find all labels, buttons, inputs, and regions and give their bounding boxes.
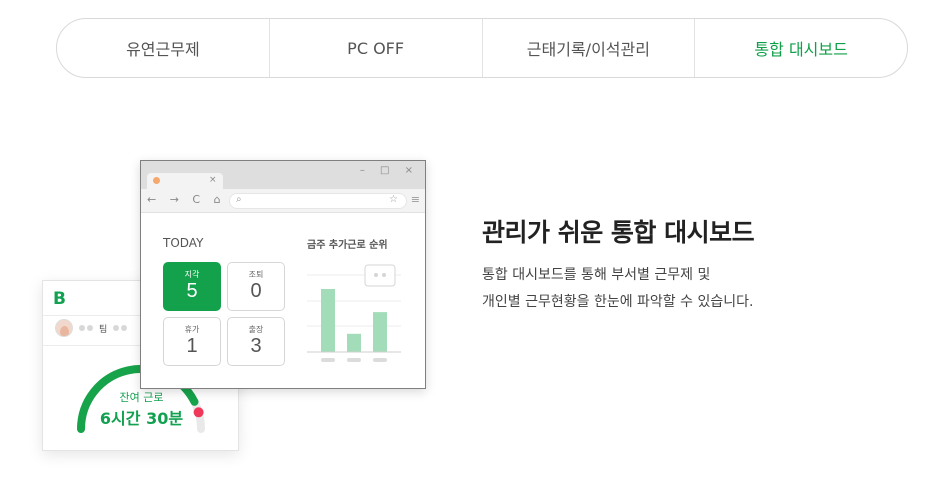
nav-buttons-icon[interactable]: ← → C ⌂ xyxy=(147,193,226,206)
star-icon[interactable]: ☆ xyxy=(389,194,398,205)
placeholder-dots xyxy=(113,325,128,331)
tab-flexible-work[interactable]: 유연근무제 xyxy=(57,19,270,77)
browser-titlebar: × – □ × xyxy=(141,161,425,189)
stat-tile-label: 출장 xyxy=(248,325,264,334)
stat-tile-value: 0 xyxy=(250,280,262,302)
ranking-bar-label-placeholder xyxy=(373,358,387,362)
user-row: 팀 xyxy=(55,319,128,337)
browser-window-mockup: × – □ × ← → C ⌂ ⌕ ☆ ≡ TODAY 금주 추가근로 순위 지… xyxy=(140,160,426,389)
tab-favicon-icon xyxy=(153,177,160,184)
stat-tile-value: 5 xyxy=(186,280,198,302)
stat-tile-business-trip[interactable]: 출장 3 xyxy=(227,317,285,366)
ranking-bar-label-placeholder xyxy=(321,358,335,362)
tooltip-dot xyxy=(382,273,386,277)
tab-attendance[interactable]: 근태기록/이석관리 xyxy=(483,19,696,77)
tooltip-bubble xyxy=(364,264,396,287)
ranking-bar xyxy=(347,333,361,352)
description-line-1: 통합 대시보드를 통해 부서별 근무제 및 xyxy=(482,267,711,283)
tab-close-icon[interactable]: × xyxy=(209,175,217,185)
window-controls-icon[interactable]: – □ × xyxy=(360,165,419,176)
address-bar[interactable]: ⌕ ☆ xyxy=(229,193,407,209)
stat-tile-value: 3 xyxy=(250,335,262,357)
page-title: 관리가 쉬운 통합 대시보드 xyxy=(482,218,755,247)
stat-tile-late[interactable]: 지각 5 xyxy=(163,262,221,311)
stat-tile-label: 휴가 xyxy=(184,325,200,334)
gauge-label: 잔여 근로 xyxy=(119,391,164,404)
tab-dashboard[interactable]: 통합 대시보드 xyxy=(695,19,907,77)
tooltip-dot xyxy=(374,273,378,277)
service-tab-bar: 유연근무제 PC OFF 근태기록/이석관리 통합 대시보드 xyxy=(56,18,908,78)
stat-tile-label: 지각 xyxy=(184,270,200,279)
avatar xyxy=(55,319,73,337)
team-label: 팀 xyxy=(99,324,108,335)
description-line-2: 개인별 근무현황을 한눈에 파악할 수 있습니다. xyxy=(482,294,754,310)
ranking-bar xyxy=(321,289,335,352)
menu-icon[interactable]: ≡ xyxy=(411,193,420,206)
stat-tile-vacation[interactable]: 휴가 1 xyxy=(163,317,221,366)
ranking-title: 금주 추가근로 순위 xyxy=(307,240,388,251)
placeholder-dots xyxy=(79,325,93,331)
tab-pc-off[interactable]: PC OFF xyxy=(270,19,483,77)
browser-navbar: ← → C ⌂ ⌕ ☆ ≡ xyxy=(141,189,425,213)
today-label: TODAY xyxy=(163,236,204,250)
overtime-ranking-chart xyxy=(307,264,401,362)
ranking-bar-label-placeholder xyxy=(347,358,361,362)
stat-tile-early-leave[interactable]: 조퇴 0 xyxy=(227,262,285,311)
gauge-value: 6시간 30분 xyxy=(99,409,184,428)
stat-tile-value: 1 xyxy=(186,335,198,357)
app-logo: B xyxy=(53,289,66,309)
ranking-bar xyxy=(373,312,387,352)
stat-tile-label: 조퇴 xyxy=(248,270,264,279)
search-icon: ⌕ xyxy=(236,194,242,205)
